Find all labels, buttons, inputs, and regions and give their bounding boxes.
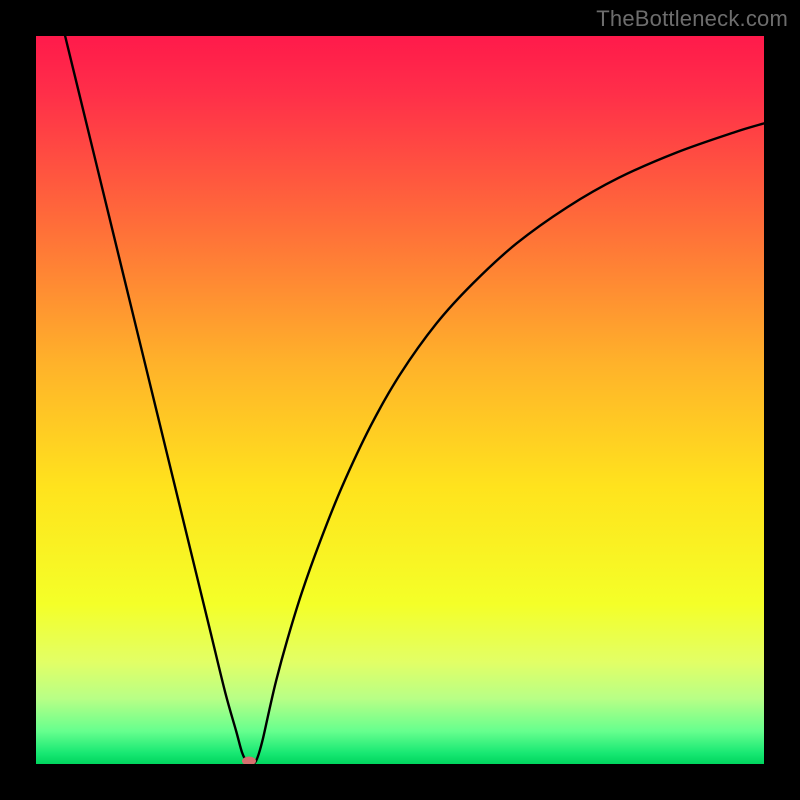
plot-area	[36, 36, 764, 764]
chart-frame: TheBottleneck.com	[0, 0, 800, 800]
optimal-point-marker	[242, 757, 256, 764]
watermark-text: TheBottleneck.com	[596, 6, 788, 32]
bottleneck-curve	[36, 36, 764, 764]
